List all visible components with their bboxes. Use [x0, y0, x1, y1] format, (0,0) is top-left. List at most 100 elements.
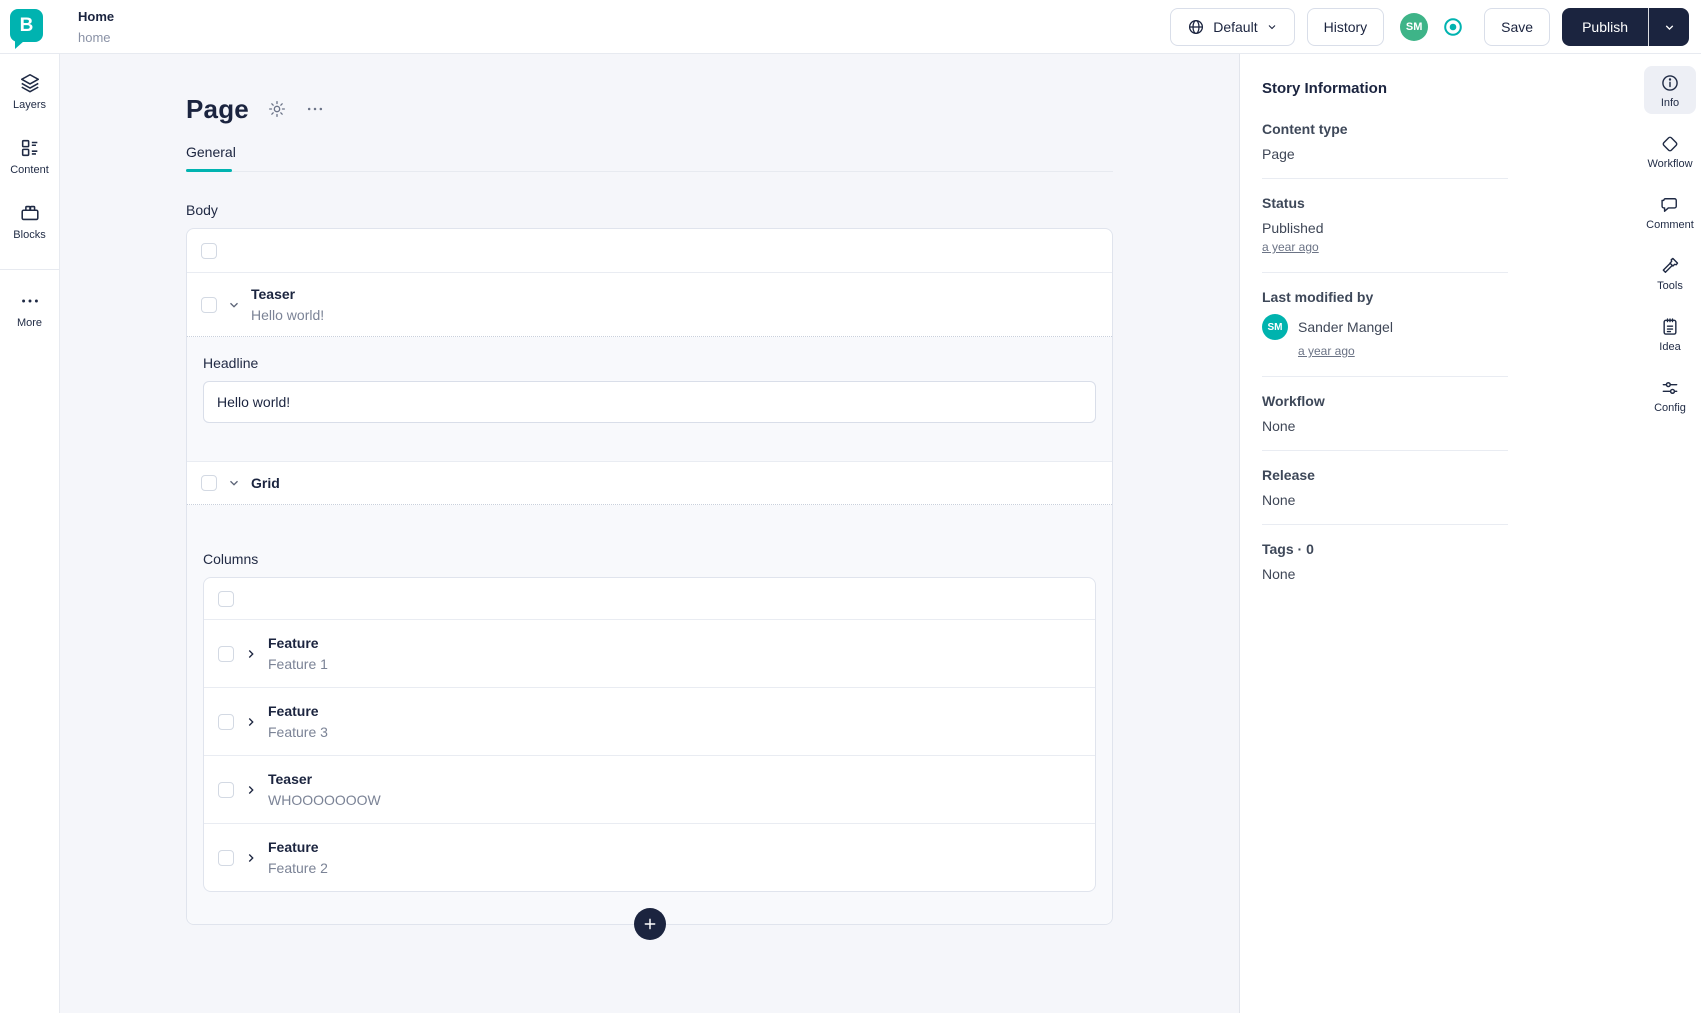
nav-item-more[interactable]: More [2, 290, 58, 329]
block-summary: Teaser WHOOOOOOOW [268, 770, 381, 809]
nav-item-content[interactable]: Content [2, 137, 58, 176]
column-block-row[interactable]: Feature Feature 1 [204, 620, 1095, 688]
block-checkbox[interactable] [218, 781, 234, 798]
user-avatar: SM [1262, 314, 1288, 340]
history-button[interactable]: History [1306, 8, 1385, 46]
nav-item-label: Layers [12, 99, 47, 111]
block-summary: Feature Feature 1 [268, 634, 328, 673]
story-information-panel: Story Information Content type Page Stat… [1239, 54, 1701, 1013]
tags-label: Tags · 0 [1262, 541, 1314, 557]
chevron-down-icon[interactable] [227, 298, 241, 312]
panel-title: Story Information [1262, 80, 1388, 97]
chevron-right-icon[interactable] [244, 647, 258, 661]
panel-divider [1262, 178, 1508, 179]
right-tool-rail: Info Workflow Comment Tools Idea Config [1639, 54, 1701, 1013]
story-slug: home [78, 30, 111, 45]
language-selector[interactable]: Default [1170, 8, 1295, 46]
block-checkbox[interactable] [218, 645, 234, 662]
workflow-icon [1660, 134, 1680, 154]
release-label: Release [1262, 467, 1315, 483]
tools-icon [1660, 256, 1680, 276]
content-editor: Page General Body Teaser Hello world! He… [186, 90, 1113, 940]
block-checkbox[interactable] [218, 713, 234, 730]
column-block-row[interactable]: Feature Feature 2 [204, 824, 1095, 891]
more-icon [19, 290, 41, 312]
nav-item-layers[interactable]: Layers [2, 72, 58, 111]
publish-button[interactable]: Publish [1562, 8, 1649, 46]
tab-general[interactable]: General [186, 144, 238, 172]
panel-divider [1262, 272, 1508, 273]
tool-item-label: Idea [1659, 341, 1681, 353]
tool-item-comment[interactable]: Comment [1644, 188, 1696, 236]
block-checkbox[interactable] [201, 475, 217, 491]
columns-field-label: Columns [203, 551, 259, 567]
select-all-checkbox[interactable] [218, 590, 234, 607]
block-row-teaser[interactable]: Teaser Hello world! [187, 273, 1112, 337]
content-type-value: Page [1262, 146, 1295, 162]
block-type: Feature [268, 703, 319, 719]
tool-item-config[interactable]: Config [1644, 371, 1696, 419]
release-value: None [1262, 492, 1296, 508]
tool-item-workflow[interactable]: Workflow [1644, 127, 1696, 175]
storyblok-logo[interactable]: B [10, 9, 43, 49]
publish-options-button[interactable] [1649, 8, 1689, 46]
config-icon [1660, 378, 1680, 398]
headline-field-label: Headline [203, 355, 259, 371]
avatar-initials: SM [1405, 21, 1423, 33]
block-subtitle: Hello world! [251, 307, 325, 323]
block-type: Teaser [251, 286, 296, 302]
tags-value: None [1262, 566, 1296, 582]
page-title: Page [186, 93, 249, 124]
save-button-label: Save [1501, 19, 1534, 35]
publish-button-label: Publish [1582, 19, 1628, 35]
page-title-row: Page [186, 90, 1113, 128]
presence-indicator-icon[interactable] [1442, 16, 1464, 38]
columns-blocks-card: Feature Feature 1 Feature Feature 3 Teas… [203, 577, 1096, 892]
save-button[interactable]: Save [1484, 8, 1551, 46]
workflow-label: Workflow [1262, 393, 1325, 409]
panel-divider [1262, 524, 1508, 525]
status-value: Published [1262, 220, 1324, 236]
idea-icon [1660, 317, 1680, 337]
nav-item-blocks[interactable]: Blocks [2, 202, 58, 241]
panel-divider [1262, 376, 1508, 377]
select-all-checkbox[interactable] [201, 242, 217, 259]
body-field-label: Body [186, 202, 218, 218]
headline-input[interactable] [203, 381, 1096, 423]
tool-item-info[interactable]: Info [1644, 66, 1696, 114]
tool-item-label: Workflow [1647, 158, 1693, 170]
chevron-right-icon[interactable] [244, 851, 258, 865]
logo-letter: B [19, 14, 34, 36]
block-summary: Teaser Hello world! [251, 285, 324, 324]
chevron-down-icon[interactable] [227, 476, 241, 490]
modified-time-link[interactable]: a year ago [1298, 344, 1355, 358]
block-row-grid[interactable]: Grid [187, 462, 1112, 505]
nav-item-label: Content [10, 164, 49, 176]
history-button-label: History [1323, 19, 1368, 35]
block-subtitle: Feature 2 [268, 860, 328, 876]
body-blocks-card: Teaser Hello world! Headline Grid Colu [186, 228, 1113, 940]
workflow-value: None [1262, 418, 1296, 434]
chevron-right-icon[interactable] [244, 715, 258, 729]
user-name: Sander Mangel [1298, 319, 1393, 335]
user-avatar[interactable]: SM [1400, 13, 1429, 41]
column-block-row[interactable]: Feature Feature 3 [204, 688, 1095, 756]
nav-item-label: More [16, 317, 43, 329]
info-icon [1660, 73, 1680, 93]
add-block-button[interactable] [633, 908, 666, 940]
comment-icon [1660, 195, 1680, 215]
gear-icon[interactable] [267, 99, 287, 119]
select-all-row [204, 578, 1095, 620]
status-time-link[interactable]: a year ago [1262, 240, 1319, 254]
left-navigation-rail: Layers Content Blocks More [0, 54, 60, 1013]
ellipsis-menu-icon[interactable] [305, 99, 325, 119]
tool-item-tools[interactable]: Tools [1644, 249, 1696, 297]
column-block-row[interactable]: Teaser WHOOOOOOOW [204, 756, 1095, 824]
chevron-right-icon[interactable] [244, 783, 258, 797]
block-checkbox[interactable] [218, 849, 234, 866]
app-window: B Home home Default History SM Save Publ… [0, 0, 1701, 1013]
chevron-down-icon [1266, 21, 1278, 33]
block-checkbox[interactable] [201, 296, 217, 313]
tool-item-idea[interactable]: Idea [1644, 310, 1696, 358]
select-all-row [187, 229, 1112, 273]
